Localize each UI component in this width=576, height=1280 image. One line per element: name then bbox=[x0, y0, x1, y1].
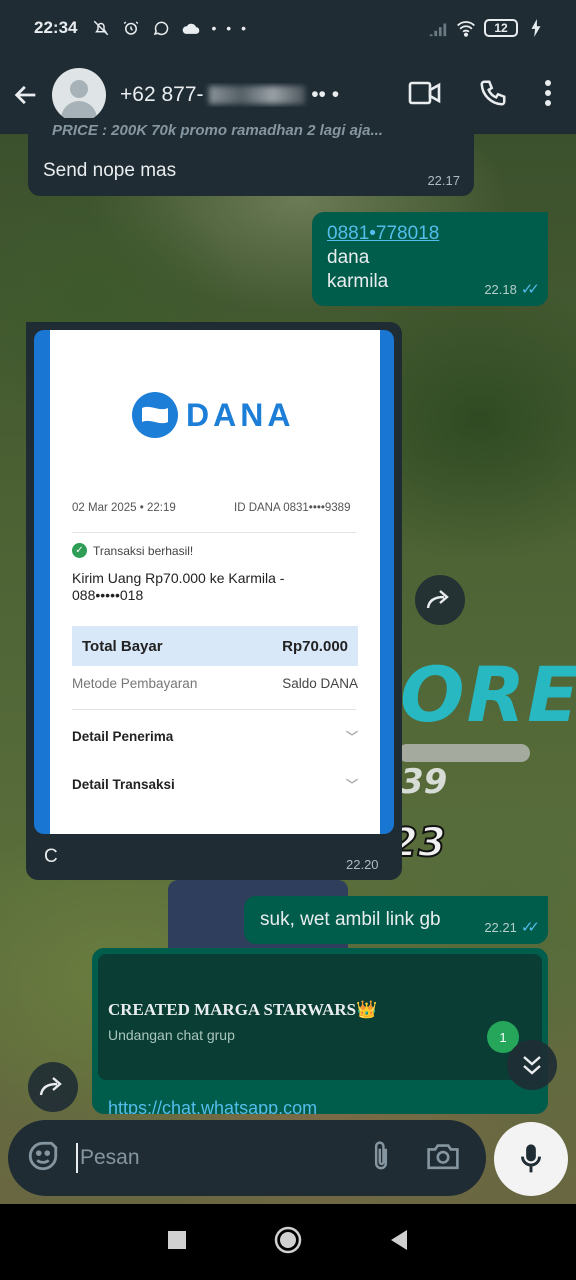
emoji-sticker-button[interactable] bbox=[26, 1139, 60, 1178]
more-vert-icon bbox=[545, 79, 551, 106]
wallpaper-art-39: 39 bbox=[400, 762, 448, 802]
message-input[interactable]: Pesan bbox=[76, 1143, 140, 1173]
status-success: ✓ Transaksi berhasil! bbox=[72, 543, 193, 558]
message-meta: 22.18 ✓✓ bbox=[484, 281, 540, 298]
header-actions bbox=[408, 78, 552, 113]
message-meta: 22.21 ✓✓ bbox=[484, 919, 540, 936]
message-group-invite[interactable]: CREATED MARGA STARWARS👑 Undangan chat gr… bbox=[92, 948, 548, 1114]
status-time: 22:34 bbox=[34, 18, 78, 37]
detail-transaksi-row: Detail Transaksi ﹀ bbox=[72, 777, 358, 792]
read-ticks-icon: ✓✓ bbox=[520, 919, 540, 936]
nav-triangle-icon bbox=[391, 1229, 407, 1250]
message-incoming-1[interactable]: PRICE : 200K 70k promo ramadhan 2 lagi a… bbox=[28, 118, 474, 196]
dana-logo: DANA bbox=[132, 392, 294, 438]
sticker-icon bbox=[28, 1141, 58, 1170]
chevron-down-icon: ﹀ bbox=[345, 730, 358, 744]
scroll-down-icon bbox=[523, 1056, 541, 1075]
system-nav-bar bbox=[0, 1204, 576, 1280]
nav-circle-icon bbox=[274, 1226, 302, 1253]
status-bar: 22:34 • • • 12 bbox=[0, 0, 576, 56]
message-text: suk, wet ambil link gb bbox=[260, 909, 441, 930]
attach-button[interactable] bbox=[370, 1139, 392, 1178]
contact-number-tail: •• • bbox=[311, 83, 340, 106]
battery-indicator: 12 bbox=[484, 19, 518, 37]
wifi-icon bbox=[456, 18, 476, 38]
group-invite-link[interactable]: https://chat.whatsapp.com bbox=[108, 1098, 317, 1114]
home-button[interactable] bbox=[273, 1225, 303, 1260]
back-nav-button[interactable] bbox=[389, 1229, 409, 1256]
message-text: Send nope mas bbox=[43, 160, 177, 181]
total-row: Total Bayar Rp70.000 bbox=[72, 626, 358, 666]
dana-wordmark: DANA bbox=[186, 396, 295, 433]
check-circle-icon: ✓ bbox=[72, 543, 87, 558]
forward-icon bbox=[39, 1077, 62, 1096]
attach-icon bbox=[374, 1140, 388, 1169]
forward-button[interactable] bbox=[415, 575, 465, 625]
forward-button-2[interactable] bbox=[28, 1062, 78, 1112]
receipt-date: 02 Mar 2025 • 22:19 bbox=[72, 502, 176, 514]
contact-number: +62 877- bbox=[120, 83, 204, 106]
divider bbox=[72, 709, 356, 710]
quoted-text: PRICE : 200K 70k promo ramadhan 2 lagi a… bbox=[52, 122, 383, 139]
recents-button[interactable] bbox=[167, 1230, 187, 1255]
input-actions bbox=[370, 1139, 460, 1178]
divider bbox=[72, 532, 356, 533]
group-subtitle: Undangan chat grup bbox=[108, 1027, 235, 1043]
image-caption: C bbox=[44, 846, 58, 867]
read-ticks-icon: ✓✓ bbox=[520, 281, 540, 298]
group-title: CREATED MARGA STARWARS👑 bbox=[108, 1000, 378, 1019]
video-call-button[interactable] bbox=[408, 80, 442, 111]
signal-icon bbox=[428, 18, 448, 38]
back-arrow-icon bbox=[14, 85, 36, 105]
contact-name[interactable]: +62 877- •• • bbox=[120, 83, 350, 107]
chevron-down-icon: ﹀ bbox=[345, 778, 358, 792]
scroll-to-bottom-button[interactable] bbox=[507, 1040, 557, 1090]
back-button[interactable] bbox=[0, 69, 52, 121]
status-system-icons: 12 bbox=[428, 18, 546, 38]
dana-receipt-image[interactable]: DANA 02 Mar 2025 • 22:19 ID DANA 0831•••… bbox=[34, 330, 394, 834]
receipt-id: ID DANA 0831••••9389 bbox=[234, 502, 351, 514]
forward-icon bbox=[426, 590, 449, 609]
alarm-icon bbox=[121, 18, 141, 38]
charging-icon bbox=[526, 18, 546, 38]
whatsapp-icon bbox=[151, 18, 171, 38]
payment-method-row: Metode Pembayaran Saldo DANA bbox=[72, 676, 358, 691]
message-time: 22.20 bbox=[346, 857, 379, 872]
contact-avatar[interactable] bbox=[52, 68, 106, 122]
message-input-bar: Pesan bbox=[8, 1120, 486, 1196]
mute-bell-icon bbox=[91, 18, 111, 38]
receipt: DANA 02 Mar 2025 • 22:19 ID DANA 0831•••… bbox=[50, 330, 380, 834]
video-call-icon bbox=[408, 81, 441, 104]
message-text: 0881•778018 dana karmila bbox=[327, 223, 440, 292]
more-notifications-dots: • • • bbox=[211, 20, 249, 36]
message-outgoing-4[interactable]: suk, wet ambil link gb 22.21 ✓✓ bbox=[244, 896, 548, 944]
camera-button[interactable] bbox=[426, 1141, 460, 1176]
message-outgoing-2[interactable]: 0881•778018 dana karmila 22.18 ✓✓ bbox=[312, 212, 548, 306]
voice-call-button[interactable] bbox=[478, 78, 508, 113]
voice-record-button[interactable] bbox=[494, 1122, 568, 1196]
nav-square-icon bbox=[168, 1230, 186, 1249]
camera-icon bbox=[427, 1143, 459, 1169]
invite-card[interactable]: CREATED MARGA STARWARS👑 Undangan chat gr… bbox=[98, 954, 542, 1080]
phone-icon bbox=[480, 80, 506, 106]
wallpaper-art-core: ORE bbox=[400, 650, 576, 739]
phone-number-link[interactable]: 0881•778018 bbox=[327, 223, 439, 244]
status-notification-icons: • • • bbox=[91, 18, 248, 38]
more-options-button[interactable] bbox=[544, 79, 552, 112]
cloud-icon bbox=[181, 18, 201, 38]
transfer-description: Kirim Uang Rp70.000 ke Karmila - 088••••… bbox=[72, 570, 285, 603]
detail-penerima-row: Detail Penerima ﹀ bbox=[72, 729, 358, 744]
mic-icon bbox=[521, 1144, 541, 1173]
wallpaper-bar bbox=[398, 744, 530, 762]
redacted-digits bbox=[209, 86, 306, 105]
message-time: 22.17 bbox=[427, 173, 460, 188]
dana-logo-icon bbox=[132, 392, 178, 438]
